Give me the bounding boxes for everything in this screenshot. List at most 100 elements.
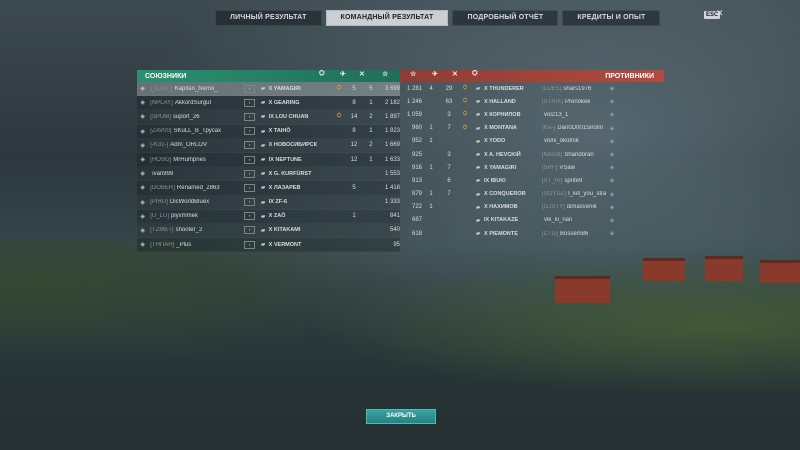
ally-row[interactable]: ◈ [PIRU] DicWorldBluex ▪ ▰ IX ZF-6 1 333: [137, 195, 400, 210]
ally-row[interactable]: ◈ [ZAV00] SKuLL_B_Трусах ▪ ▰ X TAIHŌ 8 1 1 823: [137, 124, 400, 139]
player-cell: [HOSG] MrHumpries: [148, 157, 244, 163]
xp-value: 1 897: [384, 113, 400, 120]
rank-icon: ◈: [609, 178, 615, 185]
ship-cell: X GEARING: [269, 100, 333, 106]
rank-icon: ◈: [609, 112, 615, 119]
enemy-row[interactable]: 925 3 ▰ X A. HEVCKIЙ [NAGB] Shandoran ◈: [400, 148, 664, 161]
tab-personal-result[interactable]: ЛИЧНЫЙ РЕЗУЛЬТАТ: [215, 10, 322, 26]
player-cell: [-K31-] Adm_ORLOV: [148, 142, 244, 148]
damage-value: 722: [411, 204, 422, 211]
kills-value: 1: [369, 128, 373, 135]
ribbons-value: 8: [352, 128, 356, 135]
kills-value: 2: [369, 142, 373, 149]
ally-row[interactable]: ◈ [-K31-] Adm_ORLOV ▪ ▰ X НОВОСИБИРСК 12 2 1 669: [137, 138, 400, 153]
rank-icon: ◈: [140, 171, 145, 178]
enemy-ribbons-value: 4: [429, 85, 433, 92]
enemy-clan-tag: [CTG]: [542, 230, 558, 237]
ship-cell: X KITAKAMI: [269, 227, 333, 233]
planes-header-icon: ✈: [432, 71, 438, 78]
xp-value: 3 699: [384, 85, 400, 92]
ally-row[interactable]: ◈ [U_LU] piyxmmek ▪ ▰ X ZAŌ 1 841: [137, 209, 400, 224]
enemy-player-cell: [LOES] shars1976: [540, 86, 606, 92]
rank-icon: ◈: [140, 128, 145, 135]
ribbons-value: 5: [352, 85, 356, 92]
tab-detailed-report[interactable]: ПОДРОБНЫЙ ОТЧЁТ: [452, 10, 559, 26]
clan-tag: [NPLAY]: [150, 99, 173, 106]
enemy-row[interactable]: 1 246 63 ⛭ ▰ X HALLAND [STRIX] Prenokek ◈: [400, 95, 664, 108]
enemies-rows: 1 281 4 29 ⛭ ▰ X THUNDERER [LOES] shars1976 ◈ 1 2…: [400, 82, 664, 240]
enemy-ship-class-icon: ▰: [475, 204, 481, 211]
ally-row[interactable]: ◈ [ТНПАН] _Plus ▪ ▰ X VERMONT 95: [137, 238, 400, 253]
division-icon: ▪: [244, 240, 256, 249]
ship-class-icon: ▰: [260, 171, 266, 178]
enemy-ship-class-icon: ▰: [475, 112, 481, 119]
ally-row[interactable]: ◈ [TZMET] shooter_2 ▪ ▰ X KITAKAMI 540: [137, 223, 400, 239]
ally-row[interactable]: ◈ [HOSG] MrHumpries ▪ ▰ IX NEPTUNE 12 1 1 633: [137, 152, 400, 168]
ally-row[interactable]: ◈ [SPUM] suport_26 ▪ ▰ IX LOU CHUAN ⛭ 14 2 1 897: [137, 110, 400, 125]
enemy-clan-tag: [NAGB]: [542, 151, 563, 158]
enemy-ship-tier: X: [484, 138, 488, 145]
enemy-player-cell: [STRIX] Prenokek: [540, 99, 606, 105]
ship-tier: X: [268, 99, 273, 106]
medal-header-icon-enemy: ⛭: [472, 70, 478, 77]
ship-tier: X: [268, 170, 273, 177]
ally-row[interactable]: ◈ ivan999 ▪ ▰ X G. KURFÜRST 1 553: [137, 167, 400, 182]
rank-icon: ◈: [140, 86, 145, 93]
ally-row[interactable]: ◈ [_CTD_] Kapitan_Nemo_ ▪ ▰ X YAMAGIRI ⛭ 5 5 3 69…: [137, 82, 400, 97]
enemy-player-cell: [NAGB] Shandoran: [540, 152, 606, 158]
division-icon: ▪: [244, 98, 256, 107]
enemy-ship-tier: X: [484, 230, 488, 237]
rank-icon: ◈: [609, 86, 615, 93]
ship-cell: X TAIHŌ: [269, 128, 333, 134]
enemy-row[interactable]: 1 059 3 ⛭ ▰ X КОРНИЛОВ vol213_1 ◈: [400, 108, 664, 121]
rank-icon: ◈: [609, 165, 615, 172]
ship-name: TAIHŌ: [273, 128, 291, 135]
medal-icon: ⛭: [336, 85, 342, 92]
enemy-clan-tag: [KA-]: [542, 125, 556, 132]
enemy-player-cell: vik_ki_nan: [540, 217, 606, 223]
division-icon: ▪: [244, 127, 256, 136]
xp-value: 1 823: [384, 128, 400, 135]
tab-credits-xp[interactable]: КРЕДИТЫ И ОПЫТ: [562, 10, 661, 26]
tab-team-result[interactable]: КОМАНДНЫЙ РЕЗУЛЬТАТ: [325, 10, 449, 26]
enemy-player-cell: volni_okotnik: [540, 138, 606, 144]
close-button[interactable]: ЗАКРЫТЬ: [366, 409, 436, 424]
enemies-title: ПРОТИВНИКИ: [605, 72, 654, 80]
ally-row[interactable]: ◈ [NPLAY] AkkordSurgut ▪ ▰ X GEARING 8 1 2 182: [137, 96, 400, 111]
enemy-row[interactable]: 952 1 ▰ X YODO volni_okotnik ◈: [400, 135, 664, 148]
player-cell: [SPUM] suport_26: [148, 114, 244, 120]
enemy-ribbons-value: 1: [429, 204, 433, 211]
enemy-row[interactable]: 618 ▰ X PIEMONTE [CTG] Bossem86 ◈: [400, 227, 664, 240]
ship-cell: X ЛАЗАРЕВ: [269, 185, 333, 191]
damage-header-icon: ☆: [410, 71, 417, 78]
enemy-kills-value: 3: [447, 151, 451, 158]
ship-class-icon: ▰: [260, 128, 266, 135]
enemy-ship-class-icon: ▰: [475, 191, 481, 198]
enemy-row[interactable]: 722 1 ▰ X НАХИМОВ [GJSTY] dimasvenik ◈: [400, 201, 664, 214]
kills-header-icon: ✈: [340, 71, 346, 78]
enemy-ship-cell: X НАХИМОВ: [484, 204, 540, 210]
enemy-ship-name: CONQUEROR: [489, 191, 526, 198]
enemy-row[interactable]: 1 281 4 29 ⛭ ▰ X THUNDERER [LOES] shars1976 ◈: [400, 82, 664, 95]
enemy-ship-tier: X: [484, 111, 488, 118]
enemy-ship-name: PIEMONTE: [489, 230, 518, 237]
clan-tag: [ZAV00]: [150, 128, 172, 135]
ship-name: ZAŌ: [273, 213, 286, 220]
enemy-ribbons-value: 1: [429, 164, 433, 171]
enemy-ribbons-value: 1: [429, 191, 433, 198]
enemy-row[interactable]: 960 1 7 ⛭ ▰ X MONTANA [KA-] Dan0D001Sirotin ◈: [400, 122, 664, 135]
enemy-row[interactable]: 913 6 ▰ IX IBUKI [ST_RI] sprite9 ◈: [400, 174, 664, 187]
player-cell: [ZAV00] SKuLL_B_Трусах: [148, 128, 244, 134]
ally-row[interactable]: ◈ [DOBER] Renamed_2863 ▪ ▰ X ЛАЗАРЕВ 5 1 418: [137, 181, 400, 196]
enemy-row[interactable]: 687 ▰ IX KITAKAZE vik_ki_nan ◈: [400, 214, 664, 227]
enemy-ship-cell: X HALLAND: [484, 99, 540, 105]
ship-cell: X НОВОСИБИРСК: [269, 142, 333, 148]
enemy-ship-name: КОРНИЛОВ: [489, 111, 521, 118]
clan-tag: [SPUM]: [150, 113, 171, 120]
ship-class-icon: ▰: [260, 114, 266, 121]
player-cell: [TZMET] shooter_2: [148, 227, 244, 233]
enemy-row[interactable]: 916 1 7 ▰ X YAMAGIRI [SRF] VSaw ◈: [400, 161, 664, 174]
rank-icon: ◈: [140, 213, 145, 220]
enemy-row[interactable]: 879 1 7 ▰ X CONQUEROR [SOYUZ] I_kill_you_stra ◈: [400, 188, 664, 201]
close-icon[interactable]: ✕: [716, 8, 724, 19]
